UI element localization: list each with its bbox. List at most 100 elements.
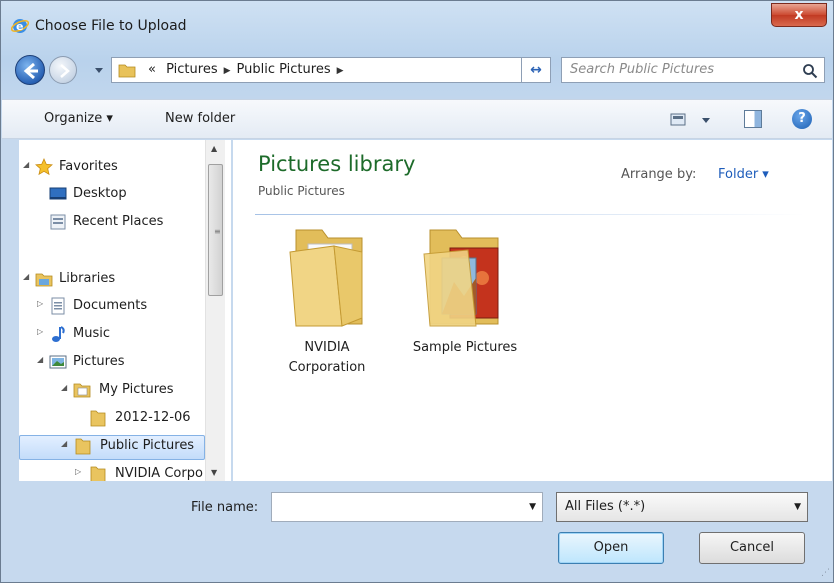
folder-name-line: NVIDIA bbox=[304, 340, 350, 355]
sidebar-item-label: Pictures bbox=[73, 354, 125, 369]
sidebar-item-label: Documents bbox=[73, 298, 148, 313]
arrange-by-dropdown[interactable]: Folder ▾ bbox=[718, 167, 769, 182]
collapsed-arrow-icon[interactable]: ▷ bbox=[75, 467, 81, 476]
new-folder-button[interactable]: New folder bbox=[165, 111, 235, 126]
change-view-icon[interactable] bbox=[670, 112, 716, 128]
desktop-icon bbox=[49, 187, 67, 200]
library-subtitle: Public Pictures bbox=[258, 184, 345, 198]
file-name-dropdown-icon[interactable]: ▼ bbox=[529, 502, 536, 512]
sidebar-item-pictures[interactable]: ◢ Pictures bbox=[23, 352, 213, 374]
sidebar-item-documents[interactable]: ▷ Documents bbox=[23, 296, 213, 318]
sidebar-item-recent-places[interactable]: Recent Places bbox=[23, 212, 213, 234]
library-title: Pictures library bbox=[258, 152, 416, 176]
collapsed-arrow-icon[interactable]: ▷ bbox=[37, 327, 43, 336]
close-button[interactable]: x bbox=[771, 3, 827, 27]
sidebar-item-libraries[interactable]: ◢ Libraries bbox=[23, 269, 213, 291]
expanded-arrow-icon[interactable]: ◢ bbox=[23, 272, 29, 281]
address-bar[interactable]: « Pictures▶Public Pictures▶ ▼ bbox=[111, 57, 611, 83]
sidebar-item-favorites[interactable]: ◢ Favorites bbox=[23, 157, 213, 179]
forward-arrow-icon bbox=[60, 64, 70, 78]
folder-icon bbox=[90, 410, 106, 427]
folder-name: Sample Pictures bbox=[405, 338, 525, 358]
navigation-bar: « Pictures▶Public Pictures▶ ▼ ↔ Search P… bbox=[1, 49, 833, 93]
sidebar-item-label: Music bbox=[73, 326, 110, 341]
folder-item-nvidia-corporation[interactable]: NVIDIA Corporation bbox=[267, 222, 387, 378]
expanded-arrow-icon[interactable]: ◢ bbox=[37, 355, 43, 364]
sidebar-item-label: My Pictures bbox=[99, 382, 174, 397]
libraries-icon bbox=[35, 273, 53, 287]
breadcrumb-public-pictures[interactable]: Public Pictures bbox=[237, 62, 331, 77]
title-bar: e Choose File to Upload x bbox=[1, 1, 833, 41]
refresh-icon: ↔ bbox=[530, 62, 542, 78]
breadcrumb-separator-icon[interactable]: ▶ bbox=[218, 66, 237, 76]
file-name-label: File name: bbox=[191, 500, 259, 515]
expanded-arrow-icon[interactable]: ◢ bbox=[61, 383, 67, 392]
back-button[interactable] bbox=[15, 55, 45, 85]
expanded-arrow-icon[interactable]: ◢ bbox=[23, 160, 29, 169]
folder-documents-icon bbox=[289, 229, 363, 327]
internet-explorer-icon: e bbox=[11, 19, 29, 33]
arrange-by-label: Arrange by: bbox=[621, 167, 697, 182]
search-icon[interactable] bbox=[802, 63, 818, 79]
sidebar-item-label: Recent Places bbox=[73, 214, 164, 229]
cancel-button[interactable]: Cancel bbox=[699, 532, 805, 564]
chevron-down-icon[interactable]: ▼ bbox=[794, 502, 801, 512]
folder-pictures-icon bbox=[423, 229, 499, 327]
svg-text:e: e bbox=[16, 20, 23, 33]
sidebar-item-nvidia-corporation[interactable]: ▷ NVIDIA Corpo bbox=[23, 464, 213, 481]
file-type-value: All Files (*.*) bbox=[565, 499, 646, 514]
command-bar: Organize ▾ New folder ? bbox=[2, 99, 832, 139]
file-upload-dialog: e Choose File to Upload x « Pictures ▶ Pub… bbox=[0, 0, 834, 583]
sidebar-item-label: Desktop bbox=[73, 186, 127, 201]
forward-button[interactable] bbox=[49, 56, 77, 84]
sidebar-item-label: NVIDIA Corpo bbox=[115, 466, 203, 481]
file-list-pane: Pictures library Public Pictures Arrange… bbox=[233, 140, 832, 481]
star-icon bbox=[35, 158, 53, 176]
breadcrumb-overflow[interactable]: « bbox=[148, 62, 156, 77]
help-icon[interactable]: ? bbox=[792, 109, 812, 129]
search-box[interactable]: Search Public Pictures bbox=[561, 57, 825, 83]
sidebar-item-public-pictures[interactable]: ◢ Public Pictures bbox=[19, 435, 205, 460]
sidebar-item-label: Libraries bbox=[59, 271, 116, 286]
recent-pages-dropdown-icon[interactable] bbox=[93, 63, 105, 77]
scroll-down-arrow-icon[interactable]: ▼ bbox=[211, 468, 217, 477]
file-type-filter[interactable]: All Files (*.*) ▼ bbox=[556, 492, 808, 522]
header-divider bbox=[255, 214, 805, 215]
breadcrumb-pictures[interactable]: Pictures bbox=[160, 62, 217, 77]
navigation-scrollbar[interactable]: ▲ ≡ ▼ bbox=[205, 140, 225, 481]
folder-item-sample-pictures[interactable]: Sample Pictures bbox=[405, 222, 525, 358]
pictures-icon bbox=[49, 355, 67, 369]
music-icon bbox=[52, 326, 65, 342]
scrollbar-thumb[interactable]: ≡ bbox=[208, 164, 223, 296]
folder-icon bbox=[75, 438, 91, 455]
navigation-pane: ◢ Favorites Desktop Recent Places ◢ Libr… bbox=[19, 140, 231, 481]
sidebar-item-label: Favorites bbox=[59, 159, 118, 174]
sidebar-item-desktop[interactable]: Desktop bbox=[23, 184, 213, 206]
sidebar-item-label: Public Pictures bbox=[100, 438, 195, 453]
file-name-field[interactable]: ▼ bbox=[271, 492, 543, 522]
refresh-button[interactable]: ↔ bbox=[521, 57, 551, 83]
collapsed-arrow-icon[interactable]: ▷ bbox=[37, 299, 43, 308]
organize-button[interactable]: Organize ▾ bbox=[44, 111, 113, 126]
expanded-arrow-icon[interactable]: ◢ bbox=[61, 439, 67, 448]
open-button[interactable]: Open bbox=[558, 532, 664, 564]
sidebar-item-my-pictures[interactable]: ◢ My Pictures bbox=[23, 380, 213, 402]
sidebar-item-music[interactable]: ▷ Music bbox=[23, 324, 213, 346]
breadcrumb-separator-icon[interactable]: ▶ bbox=[331, 66, 350, 76]
scroll-up-arrow-icon[interactable]: ▲ bbox=[211, 144, 217, 153]
recent-places-icon bbox=[50, 214, 66, 230]
folder-icon bbox=[118, 64, 136, 78]
grip-icon: ≡ bbox=[214, 227, 221, 236]
sidebar-item-label: 2012-12-06 bbox=[115, 410, 191, 425]
folder-name: NVIDIA Corporation bbox=[267, 338, 387, 378]
folder-name-line: Sample Pictures bbox=[412, 340, 518, 355]
window-title: Choose File to Upload bbox=[35, 18, 187, 34]
folder-icon bbox=[90, 466, 106, 481]
pictures-folder-icon bbox=[73, 383, 91, 398]
resize-grip-icon[interactable]: ⋰ bbox=[821, 568, 830, 578]
folder-name-line: Corporation bbox=[288, 360, 366, 375]
search-input[interactable]: Search Public Pictures bbox=[570, 62, 714, 77]
sidebar-item-2012-12-06[interactable]: 2012-12-06 bbox=[23, 408, 213, 430]
documents-icon bbox=[51, 297, 65, 315]
preview-pane-icon[interactable] bbox=[744, 110, 762, 128]
